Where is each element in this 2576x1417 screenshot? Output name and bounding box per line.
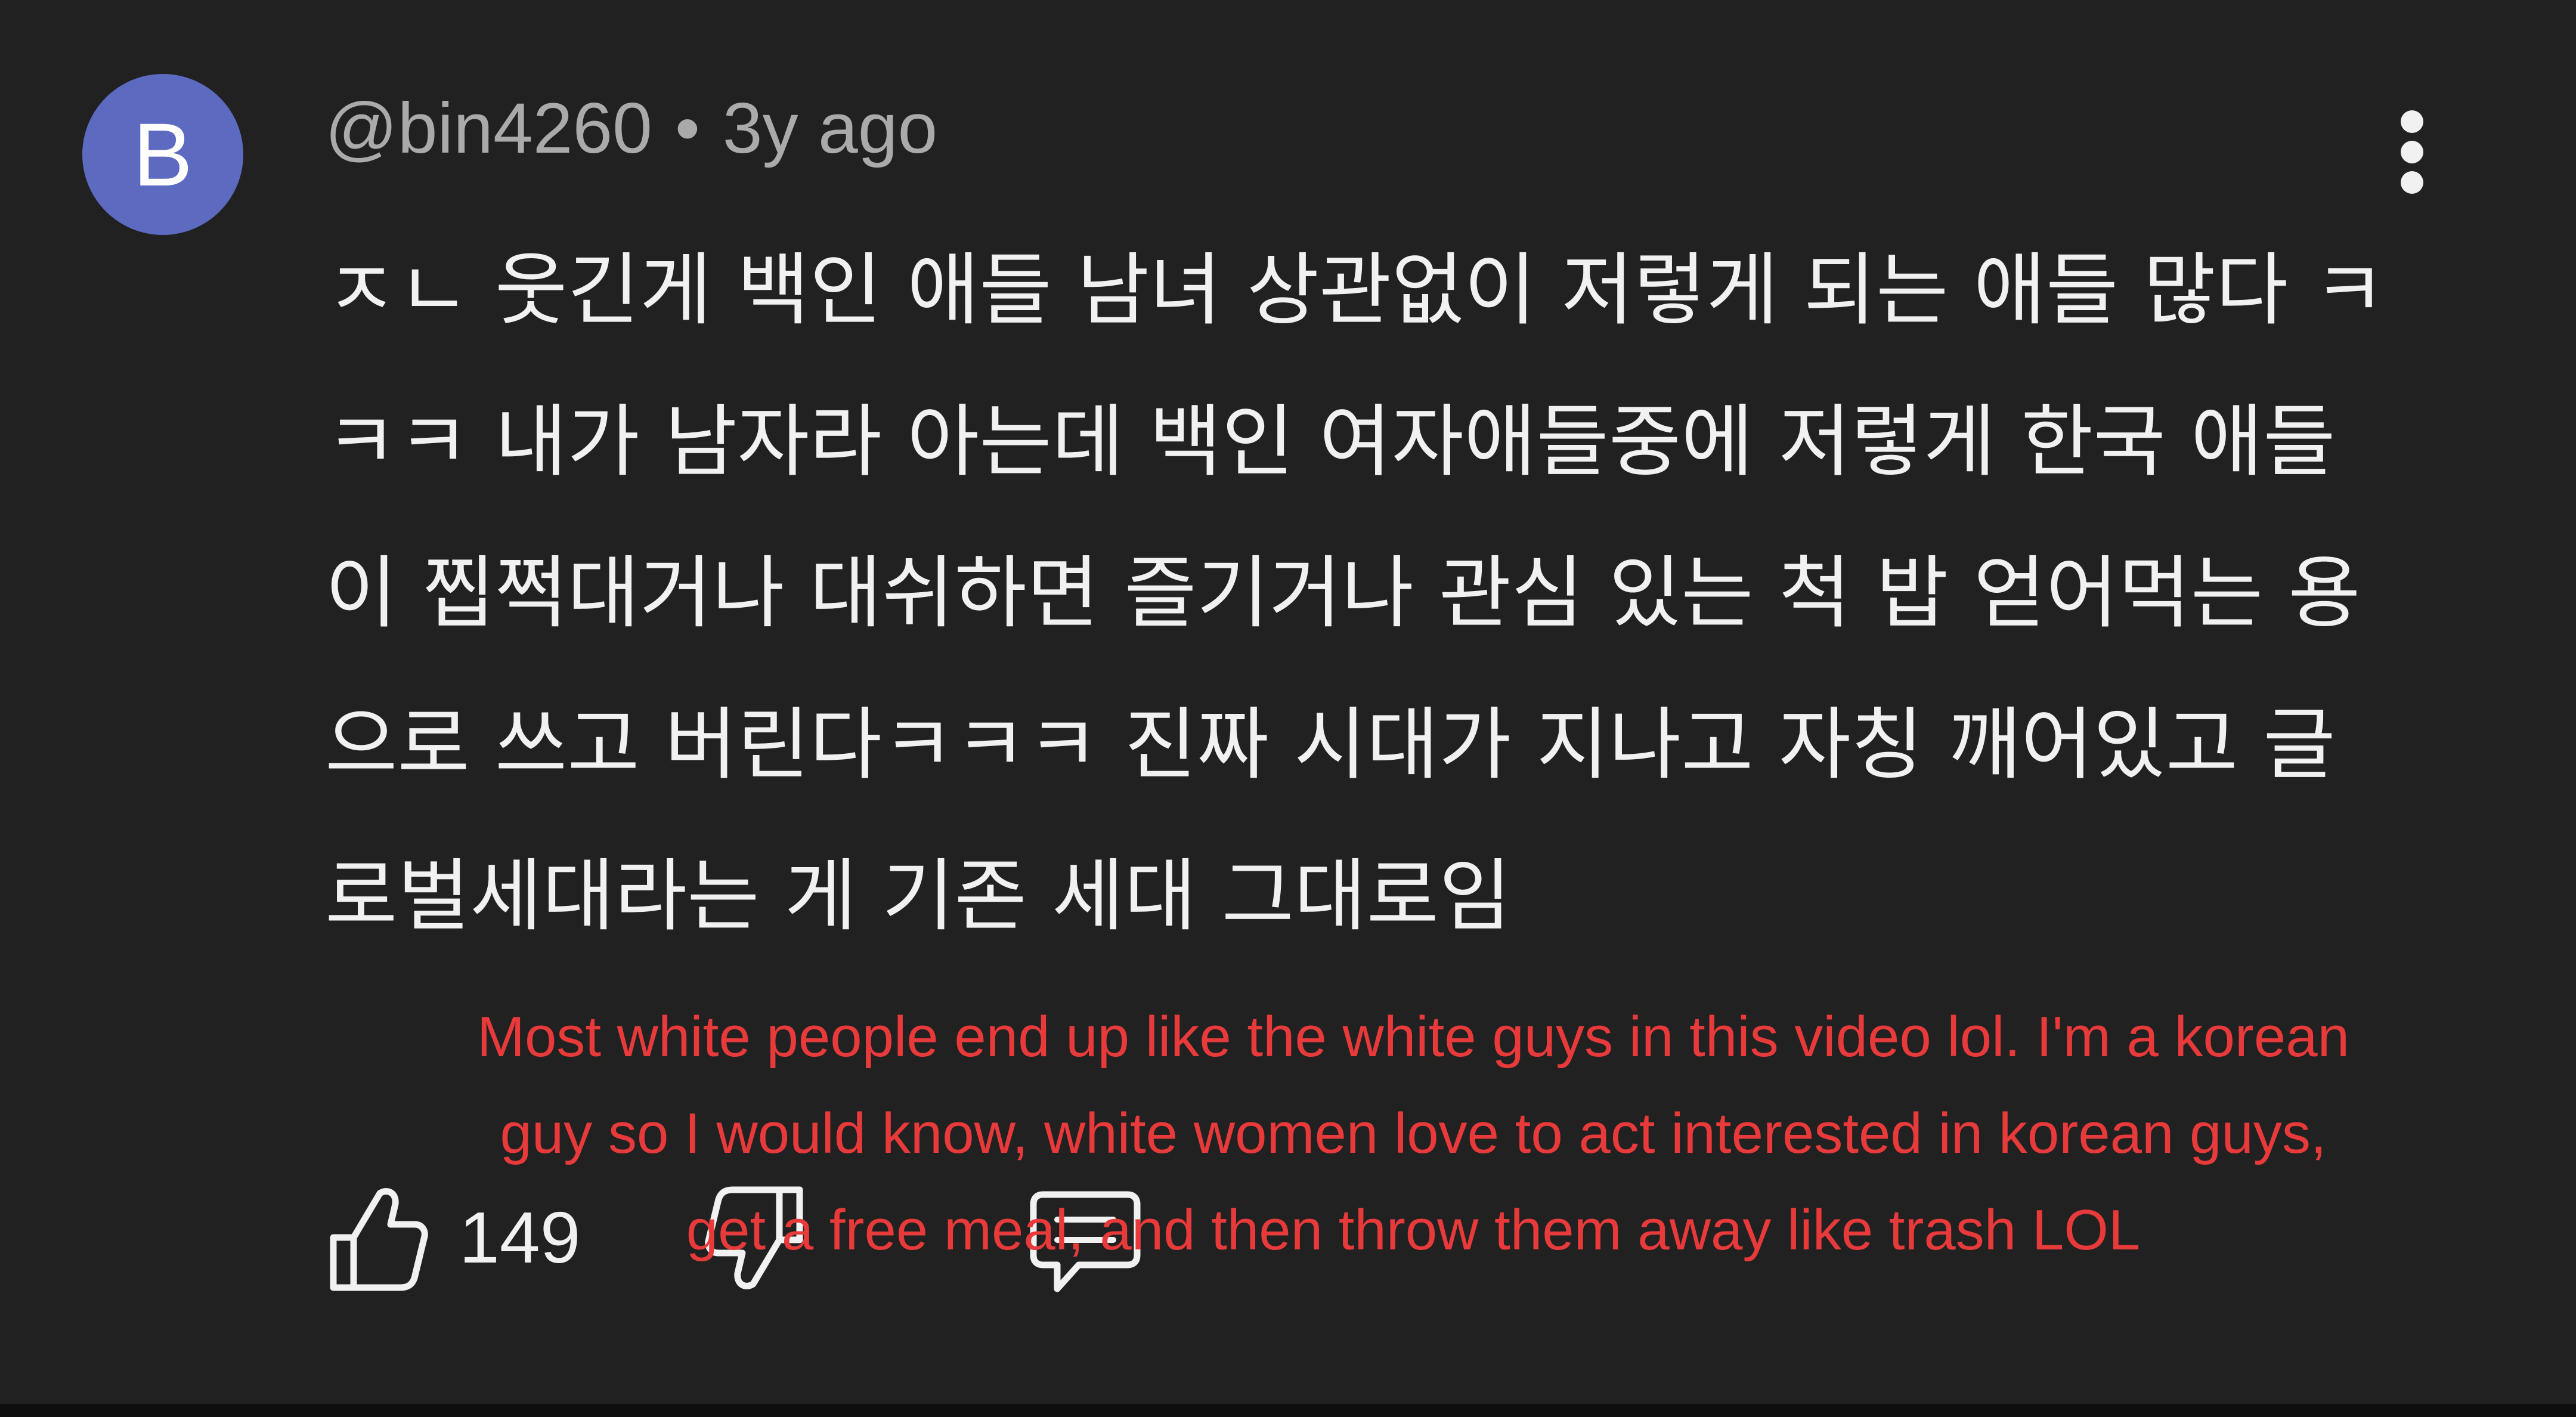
author-handle[interactable]: @bin4260	[325, 87, 652, 169]
comment-timestamp[interactable]: 3y ago	[723, 87, 937, 169]
more-vertical-icon-dot	[2401, 141, 2423, 163]
avatar-letter: B	[132, 104, 193, 205]
bottom-edge	[0, 1404, 2576, 1417]
meta-separator: •	[674, 88, 700, 168]
more-options-button[interactable]	[2376, 101, 2448, 203]
avatar[interactable]: B	[82, 74, 243, 235]
comment-text: ㅈㄴ 웃긴게 백인 애들 남녀 상관없이 저렇게 되는 애들 많다 ㅋㅋㅋ 내가…	[325, 245, 2386, 942]
thumbs-up-icon	[330, 1188, 428, 1291]
like-button[interactable]	[325, 1183, 429, 1293]
comment-screen: B @bin4260 • 3y ago ㅈㄴ 웃긴게 백인 애들 남녀 상관없이…	[0, 0, 2576, 1417]
comment-header: @bin4260 • 3y ago	[325, 83, 937, 173]
translation-overlay: Most white people end up like the white …	[476, 1005, 2350, 1262]
more-vertical-icon	[2401, 110, 2423, 133]
more-vertical-icon-dot	[2401, 171, 2423, 194]
